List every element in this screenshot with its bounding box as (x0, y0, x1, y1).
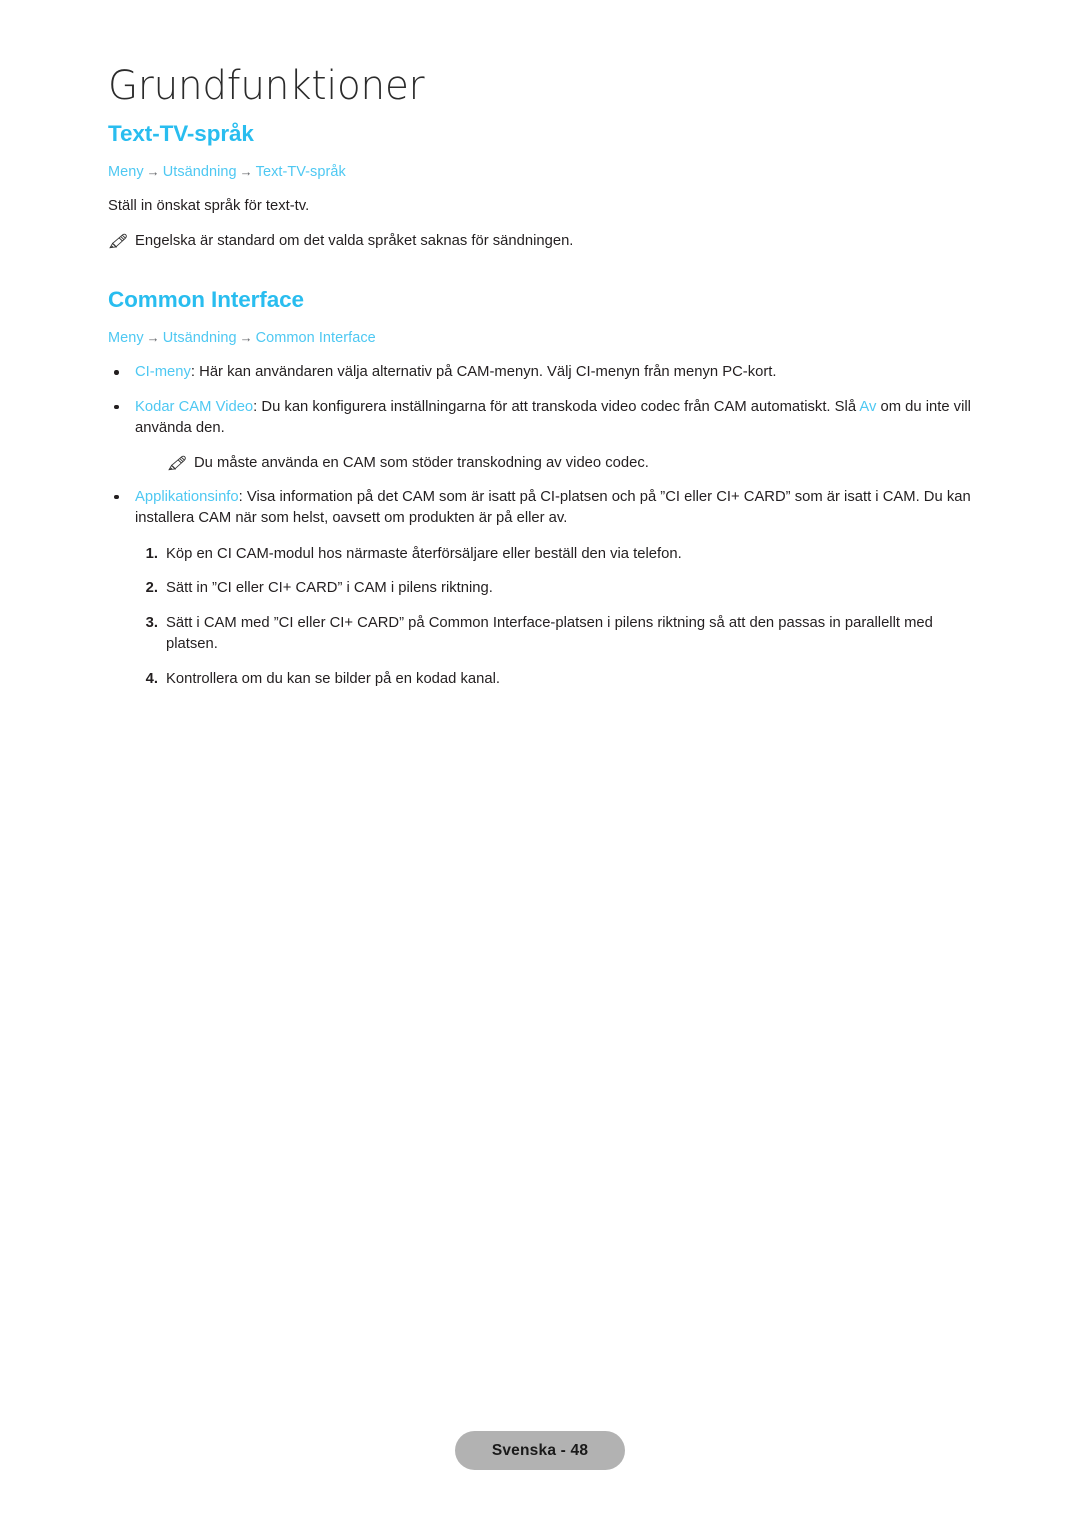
bullet-keyword: Kodar CAM Video (135, 398, 254, 415)
breadcrumb-item-broadcast[interactable]: Utsändning (163, 164, 237, 180)
list-item: Applikationsinfo: Visa information på de… (108, 487, 980, 530)
step-number: 2. (145, 580, 158, 596)
breadcrumb-arrow-icon: → (146, 164, 160, 179)
list-item: 1. Köp en CI CAM-modul hos närmaste åter… (108, 544, 980, 566)
bullet-text: : Här kan användaren välja alternativ på… (190, 364, 777, 380)
bullet-dot-icon (114, 494, 119, 499)
step-text: Sätt in ”CI eller CI+ CARD” i CAM i pile… (166, 580, 493, 596)
breadcrumb: Meny → Utsändning → Text-TV-språk (108, 162, 980, 182)
pencil-note-icon (167, 455, 187, 471)
breadcrumb-item-menu[interactable]: Meny (108, 164, 144, 180)
list-item: 4. Kontrollera om du kan se bilder på en… (108, 669, 980, 691)
list-item: Kodar CAM Video: Du kan konfigurera inst… (108, 397, 980, 474)
installation-steps-list: 1. Köp en CI CAM-modul hos närmaste åter… (108, 544, 980, 691)
chapter-title: Grundfunktioner (108, 63, 425, 109)
breadcrumb-item-menu[interactable]: Meny (108, 330, 144, 346)
pencil-note-icon (108, 233, 128, 249)
step-text: Köp en CI CAM-modul hos närmaste återför… (166, 545, 682, 562)
breadcrumb: Meny → Utsändning → Common Interface (108, 328, 980, 348)
section-common-interface: Common Interface Meny → Utsändning → Common … (108, 286, 980, 690)
bullet-dot-icon (114, 370, 119, 375)
page-content: Grundfunktioner Text-TV-språk Meny → Utsän… (108, 62, 980, 690)
list-item: 2. Sätt in ”CI eller CI+ CARD” i CAM i p… (108, 578, 980, 600)
step-number: 4. (145, 670, 158, 687)
section-heading: Common Interface (108, 287, 304, 312)
list-item: 3. Sätt i CAM med ”CI eller CI+ CARD” på… (108, 613, 980, 656)
bullet-text: : Du kan konfigurera inställningarna för… (253, 398, 860, 415)
breadcrumb-item-broadcast[interactable]: Utsändning (163, 330, 237, 346)
section-paragraph: Ställ in önskat språk för text-tv. (108, 198, 310, 214)
breadcrumb-item-current[interactable]: Text-TV-språk (256, 164, 346, 180)
document-page: Grundfunktioner Text-TV-språk Meny → Utsän… (0, 0, 1080, 1519)
page-footer-badge: Svenska - 48 (455, 1431, 625, 1470)
note-text: Engelska är standard om det valda språke… (135, 233, 574, 249)
bullet-dot-icon (114, 404, 119, 409)
bullet-keyword: Applikationsinfo (135, 488, 239, 505)
step-number: 3. (145, 614, 158, 631)
list-item: CI-meny: Här kan användaren välja altern… (108, 362, 980, 384)
step-number: 1. (145, 545, 158, 562)
section-text-tv-sprak: Text-TV-språk Meny → Utsändning → Text-TV-sp… (108, 120, 980, 252)
step-text: Kontrollera om du kan se bilder på en ko… (166, 670, 500, 687)
note-line: Du måste använda en CAM som stöder trans… (167, 453, 980, 474)
bullet-keyword: CI-meny (135, 364, 191, 380)
page-footer-label: Svenska - 48 (491, 1441, 589, 1459)
step-text: Sätt i CAM med ”CI eller CI+ CARD” på Co… (166, 614, 933, 653)
feature-bullet-list: CI-meny: Här kan användaren välja altern… (108, 362, 980, 530)
bullet-text: : Visa information på det CAM som är isa… (135, 488, 971, 527)
breadcrumb-arrow-icon: → (146, 330, 160, 345)
note-line: Engelska är standard om det valda språke… (108, 231, 980, 252)
breadcrumb-item-current[interactable]: Common Interface (256, 330, 376, 346)
breadcrumb-arrow-icon: → (239, 164, 253, 179)
bullet-trailing-keyword: Av (859, 398, 877, 415)
section-heading: Text-TV-språk (108, 121, 254, 146)
breadcrumb-arrow-icon: → (239, 330, 253, 345)
note-text: Du måste använda en CAM som stöder trans… (194, 454, 649, 471)
